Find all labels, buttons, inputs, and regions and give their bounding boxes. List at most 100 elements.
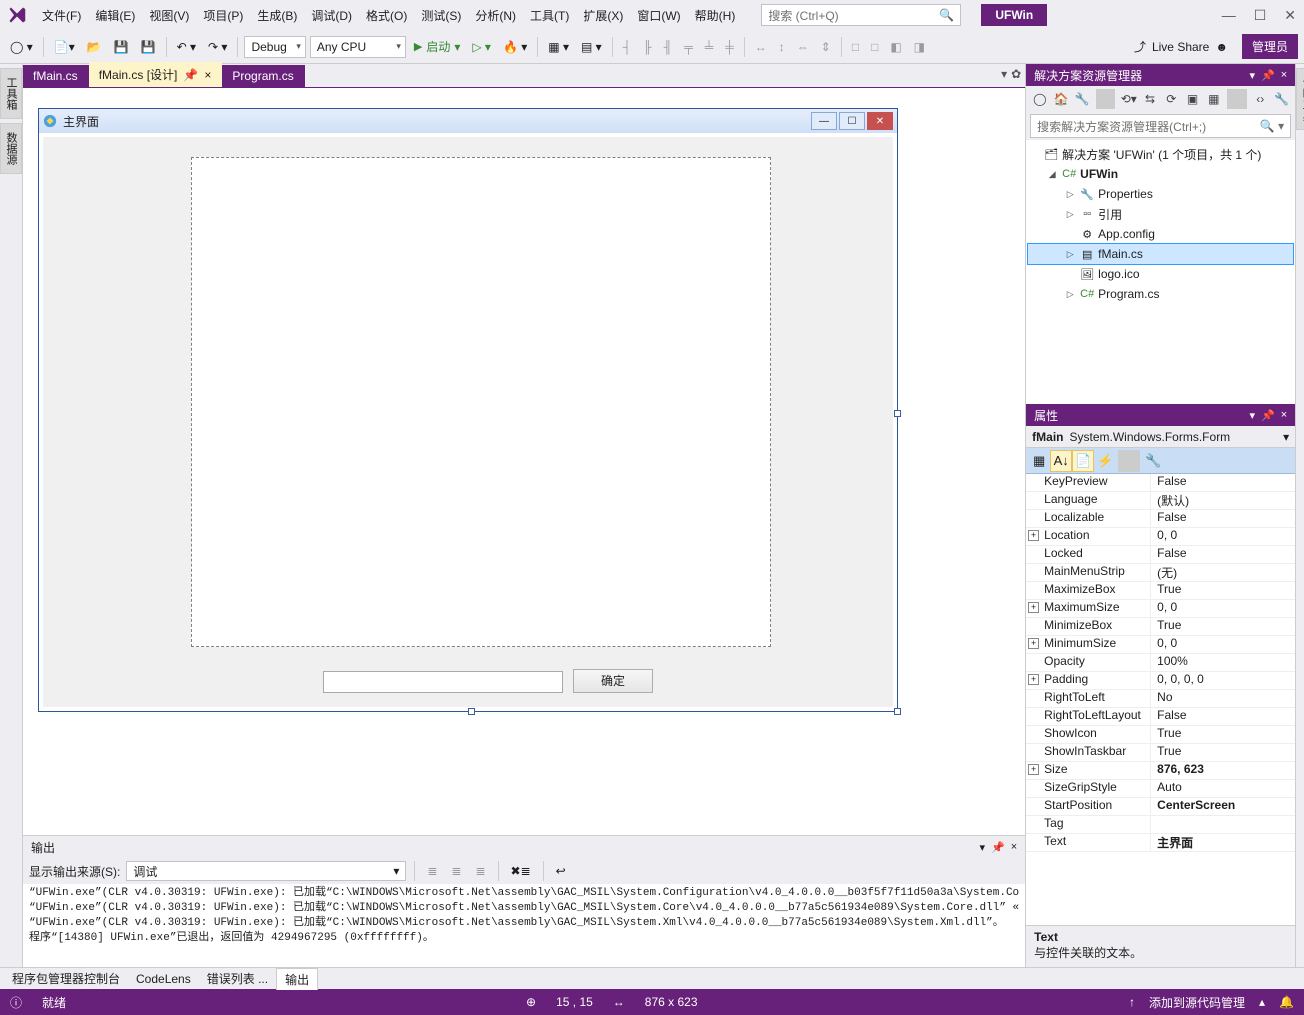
status-up-icon[interactable]: ↑ — [1129, 995, 1135, 1009]
config-dropdown[interactable]: Debug — [244, 36, 305, 58]
save-all-button[interactable]: 💾 — [137, 36, 160, 58]
output-text[interactable]: “UFWin.exe”(CLR v4.0.30319: UFWin.exe): … — [23, 884, 1025, 967]
tree-fmain[interactable]: ▷▤fMain.cs — [1028, 244, 1293, 264]
bottom-tab[interactable]: 输出 — [276, 968, 318, 990]
property-row[interactable]: Tag — [1026, 816, 1295, 834]
property-row[interactable]: LockedFalse — [1026, 546, 1295, 564]
se-close-icon[interactable]: × — [1281, 69, 1287, 82]
property-row[interactable]: RightToLeftLayoutFalse — [1026, 708, 1295, 726]
property-row[interactable]: RightToLeftNo — [1026, 690, 1295, 708]
output-wrap-button[interactable]: ↩ — [552, 860, 570, 882]
tree-logo[interactable]: 🖼logo.ico — [1028, 264, 1293, 284]
nav-back-button[interactable]: ◯ ▾ — [6, 36, 37, 58]
menu-item[interactable]: 编辑(E) — [89, 3, 141, 28]
prop-cat-icon[interactable]: ▦ — [1028, 450, 1050, 472]
menu-item[interactable]: 项目(P) — [197, 3, 249, 28]
undo-button[interactable]: ↶ ▾ — [173, 36, 200, 58]
property-row[interactable]: Size+876, 623 — [1026, 762, 1295, 780]
output-pin-icon[interactable]: 📌 — [991, 841, 1005, 854]
menu-item[interactable]: 扩展(X) — [577, 3, 629, 28]
property-row[interactable]: Padding+0, 0, 0, 0 — [1026, 672, 1295, 690]
menu-item[interactable]: 帮助(H) — [689, 3, 742, 28]
property-row[interactable]: ShowInTaskbarTrue — [1026, 744, 1295, 762]
redo-button[interactable]: ↷ ▾ — [204, 36, 231, 58]
layout-button-2[interactable]: ▤ ▾ — [577, 36, 606, 58]
solution-tree[interactable]: 🗂解决方案 'UFWin' (1 个项目，共 1 个) ◢C#UFWin ▷🔧P… — [1026, 140, 1295, 404]
se-scope-icon[interactable]: 🔧 — [1073, 89, 1092, 109]
layout-button-1[interactable]: ▦ ▾ — [544, 36, 573, 58]
bottom-tab[interactable]: CodeLens — [128, 970, 199, 988]
se-drop-icon[interactable]: ▾ — [1249, 69, 1255, 82]
form-placeholder-panel[interactable] — [191, 157, 771, 647]
form-designer[interactable]: 主界面 — ☐ ✕ 确定 — [23, 88, 1025, 835]
property-row[interactable]: Opacity100% — [1026, 654, 1295, 672]
save-button[interactable]: 💾 — [110, 36, 133, 58]
menu-item[interactable]: 调试(D) — [305, 3, 358, 28]
tab-close-icon[interactable]: × — [204, 68, 211, 82]
minimize-button[interactable]: — — [1222, 7, 1236, 24]
tree-program[interactable]: ▷C#Program.cs — [1028, 284, 1293, 304]
new-file-button[interactable]: 📄▾ — [50, 36, 79, 58]
close-button[interactable]: ✕ — [1284, 7, 1296, 24]
output-clear-button[interactable]: ✖≣ — [507, 860, 535, 882]
tree-appconfig[interactable]: ⚙App.config — [1028, 224, 1293, 244]
hot-reload-button[interactable]: 🔥 ▾ — [499, 36, 531, 58]
menu-item[interactable]: 窗口(W) — [631, 3, 686, 28]
pin-icon[interactable]: 📌 — [183, 68, 198, 82]
prop-props-icon[interactable]: 📄 — [1072, 450, 1094, 472]
property-row[interactable]: MaximumSize+0, 0 — [1026, 600, 1295, 618]
start-debug-button[interactable]: 启动 ▾ — [410, 36, 465, 58]
output-dropdown-icon[interactable]: ▾ — [979, 841, 985, 854]
properties-object-selector[interactable]: fMain System.Windows.Forms.Form ▾ — [1026, 426, 1295, 448]
designer-form[interactable]: 主界面 — ☐ ✕ 确定 — [38, 108, 898, 712]
property-row[interactable]: LocalizableFalse — [1026, 510, 1295, 528]
global-search-input[interactable]: 搜索 (Ctrl+Q) 🔍 — [761, 4, 961, 26]
property-row[interactable]: MinimizeBoxTrue — [1026, 618, 1295, 636]
start-nodebug-button[interactable]: ▷ ▾ — [468, 36, 495, 58]
se-props-icon[interactable]: 🔧 — [1272, 89, 1291, 109]
feedback-icon[interactable]: ☻ — [1215, 40, 1228, 54]
property-row[interactable]: KeyPreviewFalse — [1026, 474, 1295, 492]
se-back-icon[interactable]: ◯ — [1030, 89, 1049, 109]
platform-dropdown[interactable]: Any CPU — [310, 36, 406, 58]
se-search-input[interactable]: 搜索解决方案资源管理器(Ctrl+;) 🔍 ▾ — [1030, 114, 1291, 138]
se-sync-icon[interactable]: ⟲▾ — [1119, 89, 1138, 109]
se-pin-icon[interactable]: 📌 — [1261, 69, 1275, 82]
tree-project[interactable]: ◢C#UFWin — [1028, 164, 1293, 184]
menu-item[interactable]: 工具(T) — [524, 3, 575, 28]
tree-properties[interactable]: ▷🔧Properties — [1028, 184, 1293, 204]
menu-item[interactable]: 视图(V) — [143, 3, 195, 28]
status-bell-icon[interactable]: 🔔 — [1279, 995, 1294, 1009]
property-row[interactable]: Language(默认) — [1026, 492, 1295, 510]
output-src-dropdown[interactable]: 调试▾ — [126, 861, 406, 881]
tab-gear-icon[interactable]: ✿ — [1011, 67, 1021, 81]
form-ok-button[interactable]: 确定 — [573, 669, 653, 693]
property-row[interactable]: SizeGripStyleAuto — [1026, 780, 1295, 798]
prop-events-icon[interactable]: ⚡ — [1094, 450, 1116, 472]
diagnostics-tab[interactable]: 诊断工具 — [1296, 68, 1304, 130]
tab-overflow-icon[interactable]: ▾ — [1001, 67, 1007, 81]
se-home-icon[interactable]: 🏠 — [1051, 89, 1070, 109]
se-collapse-icon[interactable]: ▣ — [1183, 89, 1202, 109]
bottom-tab[interactable]: 错误列表 ... — [199, 968, 276, 989]
form-close-button[interactable]: ✕ — [867, 112, 893, 130]
se-showall-icon[interactable]: ▦ — [1204, 89, 1223, 109]
menu-item[interactable]: 文件(F) — [36, 3, 87, 28]
property-row[interactable]: MaximizeBoxTrue — [1026, 582, 1295, 600]
menu-item[interactable]: 测试(S) — [415, 3, 467, 28]
property-row[interactable]: Text主界面 — [1026, 834, 1295, 852]
prop-close-icon[interactable]: × — [1281, 409, 1287, 422]
form-client-area[interactable]: 确定 — [43, 137, 893, 707]
se-filter-icon[interactable]: ⇆ — [1140, 89, 1159, 109]
open-file-button[interactable]: 📂 — [83, 36, 106, 58]
prop-alpha-icon[interactable]: A↓ — [1050, 450, 1072, 472]
prop-wrench-icon[interactable]: 🔧 — [1142, 450, 1164, 472]
se-code-icon[interactable]: ‹› — [1251, 89, 1270, 109]
form-maximize-button[interactable]: ☐ — [839, 112, 865, 130]
property-row[interactable]: MinimumSize+0, 0 — [1026, 636, 1295, 654]
prop-drop-icon[interactable]: ▾ — [1249, 409, 1255, 422]
status-src-ctrl[interactable]: 添加到源代码管理 — [1149, 994, 1245, 1011]
property-row[interactable]: Location+0, 0 — [1026, 528, 1295, 546]
se-refresh-icon[interactable]: ⟳ — [1162, 89, 1181, 109]
tab-program[interactable]: Program.cs — [222, 65, 304, 87]
